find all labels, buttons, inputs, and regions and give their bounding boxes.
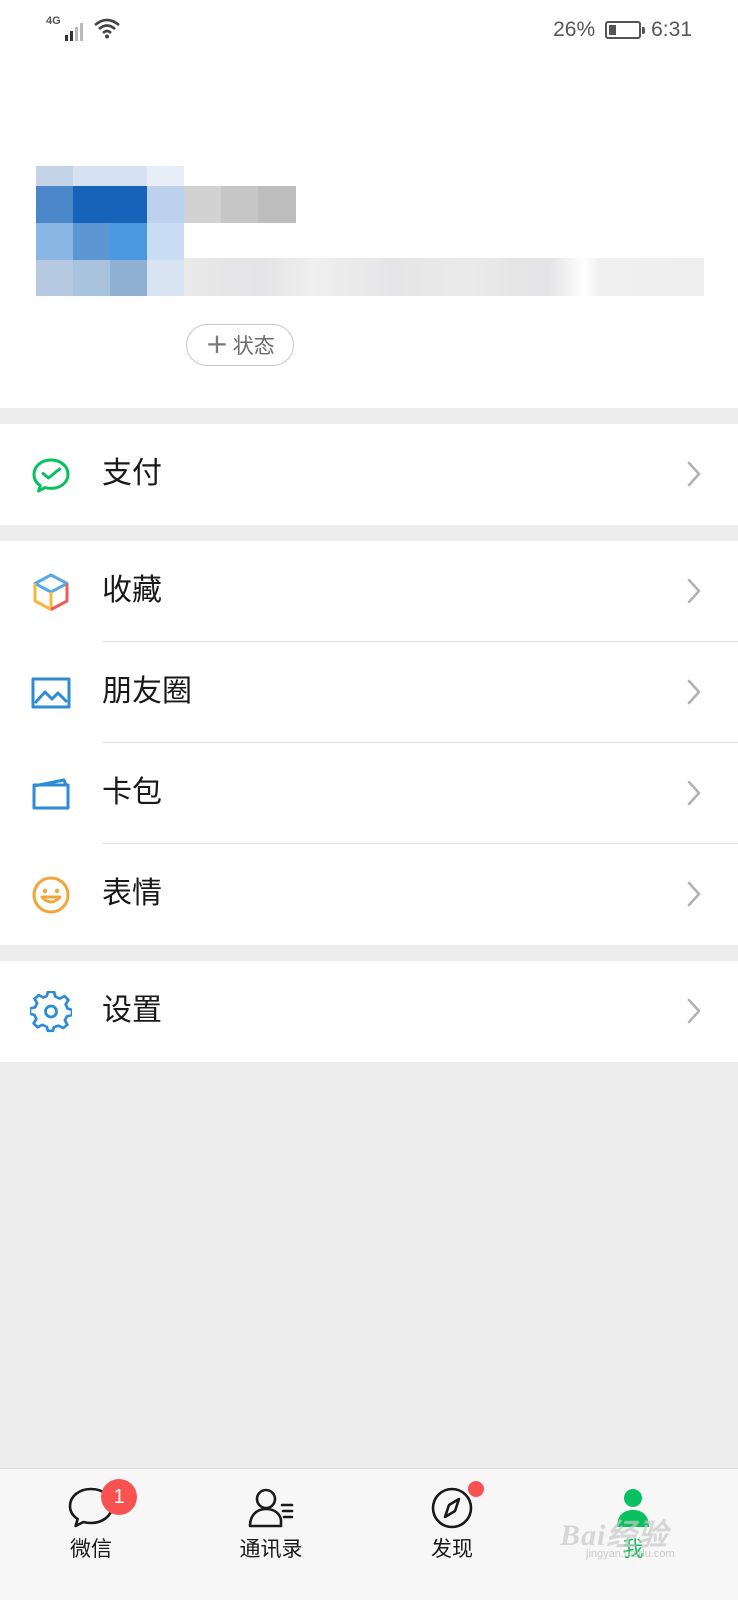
add-status-label: 状态 [232,334,275,358]
discover-red-dot [468,1481,484,1497]
menu-item-settings[interactable]: 设置 [0,961,738,1062]
gear-icon [30,991,72,1033]
battery-percent: 26% [553,18,596,41]
menu-label-moments: 朋友圈 [102,674,192,709]
tab-label-discover: 发现 [431,1537,473,1561]
card-wallet-icon [32,778,70,810]
menu-item-pay[interactable]: 支付 [0,424,738,525]
plus-icon: + [205,326,229,360]
tab-contacts[interactable]: 通讯录 [211,1469,331,1600]
network-type: 4G [46,15,61,27]
menu-item-cards[interactable]: 卡包 [0,743,738,844]
tab-label-chats: 微信 [70,1537,112,1561]
menu-label-favorites: 收藏 [102,573,162,608]
status-bar: 4G 26% 6:31 [0,0,738,62]
smiley-icon [32,876,70,914]
moments-picture-icon [31,677,71,709]
menu-label-settings: 设置 [102,993,162,1028]
contacts-icon [248,1488,294,1528]
menu-label-cards: 卡包 [102,775,162,810]
wechat-id-blurred [184,258,704,296]
chevron-right-icon [687,679,701,705]
tab-chats[interactable]: 1 微信 [31,1469,151,1600]
menu-item-stickers[interactable]: 表情 [0,844,738,945]
tab-discover[interactable]: 发现 [392,1469,512,1600]
chevron-right-icon [687,881,701,907]
avatar[interactable] [36,166,184,296]
tab-label-contacts: 通讯录 [239,1537,303,1561]
menu-group-settings: 设置 [0,961,738,1062]
unread-badge: 1 [101,1479,137,1515]
profile-header[interactable]: + 状态 [0,62,738,408]
battery-icon [605,21,646,39]
menu-item-moments[interactable]: 朋友圈 [0,642,738,743]
wechat-pay-icon [32,458,70,493]
chevron-right-icon [687,461,701,487]
menu-group-main: 收藏 朋友圈 卡包 表情 [0,541,738,945]
menu-item-favorites[interactable]: 收藏 [0,541,738,642]
wifi-icon [93,18,120,39]
favorites-cube-icon [33,573,69,611]
chevron-right-icon [687,998,701,1024]
clock: 6:31 [651,18,692,41]
menu-group-pay: 支付 [0,424,738,525]
chevron-right-icon [687,578,701,604]
menu-label-pay: 支付 [102,456,162,491]
watermark-url: jingyan.baidu.com [586,1548,675,1560]
nickname-blurred [184,186,296,223]
chevron-right-icon [687,780,701,806]
status-left: 4G [46,16,121,41]
add-status-button[interactable]: + 状态 [186,324,294,366]
signal-icon [64,17,83,41]
menu-label-stickers: 表情 [102,876,162,911]
status-right: 26% 6:31 [553,18,692,42]
